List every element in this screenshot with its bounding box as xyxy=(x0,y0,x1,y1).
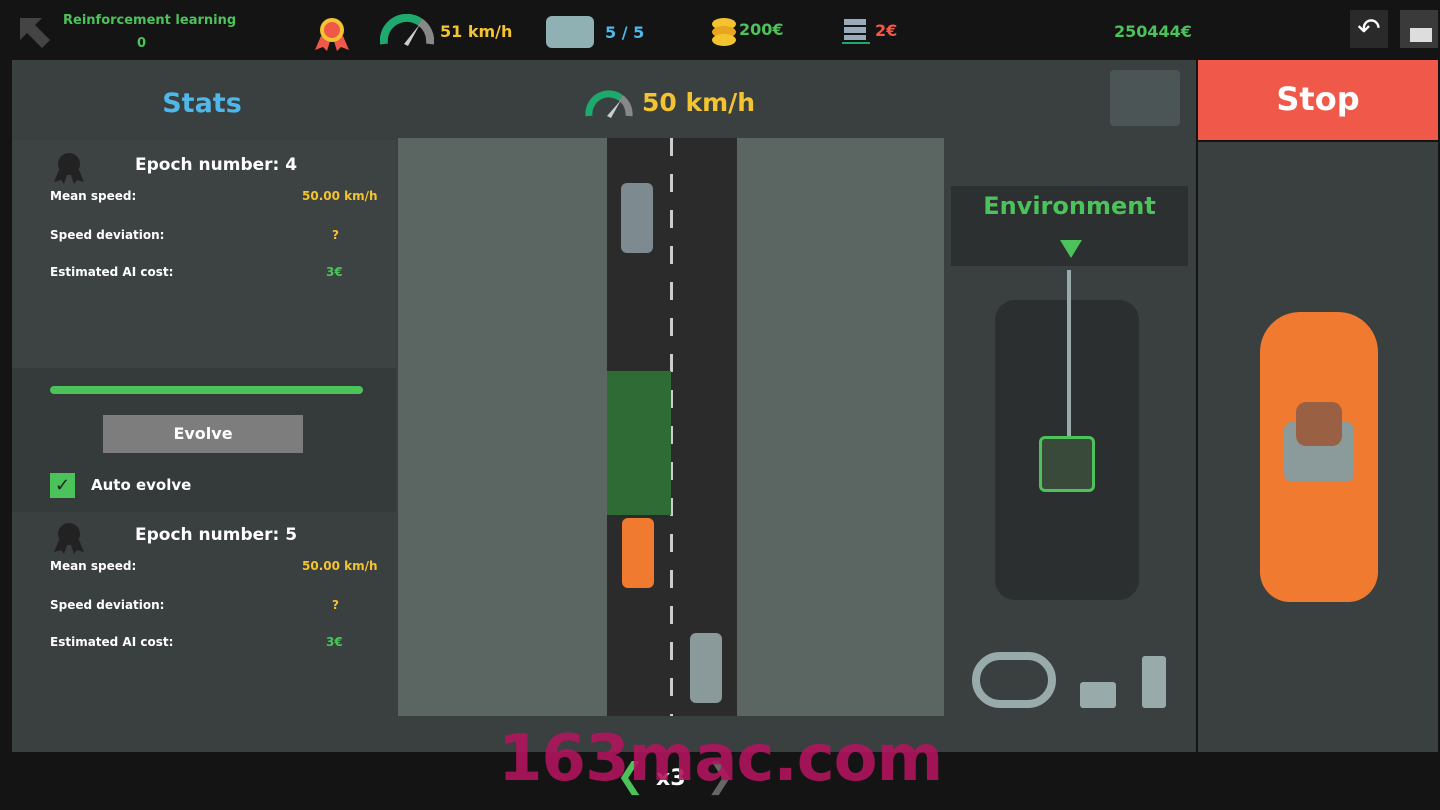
broom-icon[interactable] xyxy=(1400,10,1438,48)
medal-icon xyxy=(54,523,84,554)
cost-value: 3€ xyxy=(326,635,343,649)
cost-label: Estimated AI cost: xyxy=(50,265,174,279)
server-icon xyxy=(842,19,870,44)
steering-wheel-icon xyxy=(972,652,1056,708)
mean-speed-value: 50.00 km/h xyxy=(302,559,378,573)
ai-chip-icon xyxy=(1039,436,1095,492)
arrow-down-icon xyxy=(1060,240,1082,258)
player-car xyxy=(1260,312,1378,602)
current-speed: 50 km/h xyxy=(642,88,756,117)
cost-value: 3€ xyxy=(326,265,343,279)
cat-driver-icon xyxy=(1296,402,1342,446)
brake-pedal-icon xyxy=(1080,682,1116,708)
auto-evolve-label: Auto evolve xyxy=(91,476,192,494)
server-cost: 2€ xyxy=(875,21,898,40)
back-arrow-icon[interactable] xyxy=(16,14,52,50)
mode-value: 0 xyxy=(137,36,147,51)
coins-value: 200€ xyxy=(739,20,784,39)
top-bar: Reinforcement learning 0 51 km/h 5 / 5 2… xyxy=(0,0,1440,58)
speedometer-icon xyxy=(380,14,434,46)
deviation-value: ? xyxy=(332,598,339,612)
mean-speed-value: 50.00 km/h xyxy=(302,189,378,203)
mean-speed-label: Mean speed: xyxy=(50,189,137,203)
deviation-label: Speed deviation: xyxy=(50,228,165,242)
coins-icon xyxy=(712,18,736,46)
epoch-5-panel: Epoch number: 5 Mean speed: 50.00 km/h S… xyxy=(12,512,396,750)
undo-icon[interactable]: ↶ xyxy=(1350,10,1388,48)
epoch-title: Epoch number: 4 xyxy=(135,155,298,175)
medal-icon xyxy=(315,18,349,51)
speedometer-icon xyxy=(585,90,633,118)
stop-button[interactable]: Stop xyxy=(1198,60,1438,140)
traffic-car xyxy=(621,183,653,253)
environment-box: Environment xyxy=(951,186,1188,266)
stats-title: Stats xyxy=(162,88,242,119)
car-preview-panel xyxy=(1198,142,1438,752)
evolve-button[interactable]: Evolve xyxy=(103,415,303,453)
auto-evolve-checkbox[interactable]: ✓ xyxy=(50,473,75,498)
epoch-4-panel: Epoch number: 4 Mean speed: 50.00 km/h S… xyxy=(12,140,396,368)
target-zone xyxy=(607,371,671,515)
medal-icon xyxy=(54,153,84,184)
epoch-title: Epoch number: 5 xyxy=(135,525,298,545)
deviation-label: Speed deviation: xyxy=(50,598,165,612)
watermark: 163mac.com xyxy=(498,722,943,796)
training-progress xyxy=(50,386,363,394)
deviation-value: ? xyxy=(332,228,339,242)
cat-icon xyxy=(546,16,594,48)
road-view xyxy=(398,138,944,716)
gas-pedal-icon xyxy=(1142,656,1166,708)
traffic-car xyxy=(690,633,722,703)
cost-label: Estimated AI cost: xyxy=(50,635,174,649)
mean-speed-label: Mean speed: xyxy=(50,559,137,573)
car-chassis-diagram xyxy=(995,270,1139,600)
player-car xyxy=(622,518,654,588)
training-panel: Evolve ✓ Auto evolve xyxy=(12,368,396,512)
environment-title: Environment xyxy=(983,192,1156,220)
top-speed: 51 km/h xyxy=(440,22,513,41)
mode-title: Reinforcement learning xyxy=(63,13,237,28)
cars-count: 5 / 5 xyxy=(605,23,645,42)
balance: 250444€ xyxy=(1114,22,1192,41)
computer-icon xyxy=(1110,70,1180,126)
